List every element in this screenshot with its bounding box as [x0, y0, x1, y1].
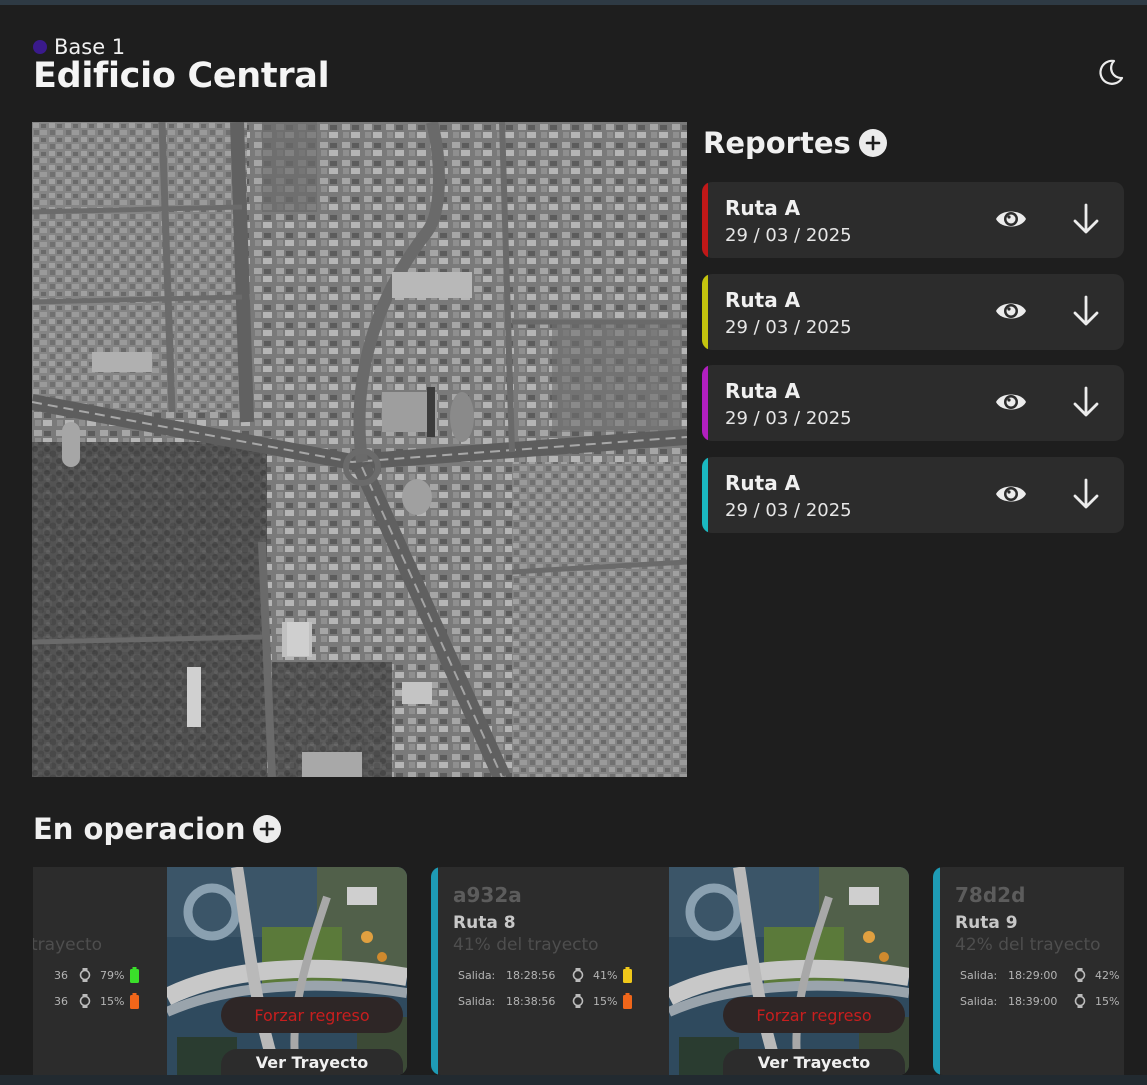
add-report-button[interactable] — [858, 129, 887, 157]
add-operation-button[interactable] — [253, 815, 282, 843]
arrow-down-icon[interactable] — [1072, 385, 1100, 419]
watch-icon — [1074, 968, 1086, 982]
battery-icon — [623, 967, 632, 983]
report-date: 29 / 03 / 2025 — [725, 408, 852, 429]
operation-progress: trayecto — [33, 935, 103, 955]
operation-card[interactable]: 78d2d Ruta 9 42% del trayecto Salida: 18… — [933, 867, 1124, 1075]
operation-color-bar — [933, 867, 940, 1075]
report-card[interactable]: Ruta A 29 / 03 / 2025 — [702, 182, 1124, 258]
moon-icon[interactable] — [1094, 56, 1126, 88]
report-color-bar — [702, 274, 708, 350]
operations-heading: En operacion — [33, 812, 282, 846]
telemetry-percent: 42% — [1095, 968, 1120, 982]
telemetry-label: Salida: — [458, 994, 496, 1008]
window-top-bar — [0, 0, 1147, 5]
operations-title: En operacion — [33, 812, 246, 846]
watch-icon — [572, 968, 584, 982]
report-date: 29 / 03 / 2025 — [725, 500, 852, 521]
eye-icon[interactable] — [994, 479, 1028, 509]
operation-progress: 41% del trayecto — [453, 935, 599, 955]
eye-icon[interactable] — [994, 204, 1028, 234]
drone-camera-feed: Forzar regreso Ver Trayecto — [669, 867, 909, 1075]
eye-icon[interactable] — [994, 296, 1028, 326]
report-color-bar — [702, 457, 708, 533]
watch-icon — [572, 994, 584, 1008]
operation-card[interactable]: a932a Ruta 8 41% del trayecto Salida: 18… — [431, 867, 909, 1075]
plus-icon — [865, 135, 881, 151]
battery-icon — [130, 993, 139, 1009]
view-route-button[interactable]: Ver Trayecto — [221, 1049, 403, 1075]
telemetry-percent: 79% — [100, 968, 125, 982]
watch-icon — [1074, 994, 1086, 1008]
report-date: 29 / 03 / 2025 — [725, 225, 852, 246]
telemetry-time: 18:39:00 — [1008, 994, 1058, 1008]
operation-color-bar — [431, 867, 438, 1075]
report-card[interactable]: Ruta A 29 / 03 / 2025 — [702, 365, 1124, 441]
telemetry-label: Salida: — [960, 994, 998, 1008]
telemetry-time: 36 — [54, 994, 68, 1008]
report-color-bar — [702, 365, 708, 441]
operations-carousel[interactable]: trayecto 36 79% 36 15% Forzar regreso Ve… — [33, 867, 1124, 1075]
force-return-button[interactable]: Forzar regreso — [723, 997, 905, 1033]
operation-route: Ruta 9 — [955, 913, 1018, 933]
arrow-down-icon[interactable] — [1072, 294, 1100, 328]
report-route: Ruta A — [725, 471, 801, 495]
force-return-button[interactable]: Forzar regreso — [221, 997, 403, 1033]
operation-card[interactable]: trayecto 36 79% 36 15% Forzar regreso Ve… — [33, 867, 407, 1075]
telemetry-time: 18:29:00 — [1008, 968, 1058, 982]
arrow-down-icon[interactable] — [1072, 477, 1100, 511]
telemetry-row: Salida: 18:28:56 41% — [458, 966, 632, 984]
report-route: Ruta A — [725, 288, 801, 312]
arrow-down-icon[interactable] — [1072, 202, 1100, 236]
telemetry-row: 36 15% — [54, 992, 139, 1010]
reports-title: Reportes — [703, 126, 851, 160]
report-color-bar — [702, 182, 708, 258]
watch-icon — [79, 994, 91, 1008]
operation-route: Ruta 8 — [453, 913, 516, 933]
telemetry-percent: 15% — [593, 994, 618, 1008]
watch-icon — [79, 968, 91, 982]
operation-progress: 42% del trayecto — [955, 935, 1101, 955]
report-route: Ruta A — [725, 196, 801, 220]
telemetry-row: Salida: 18:39:00 15% — [960, 992, 1124, 1010]
window-bottom-bar — [0, 1075, 1147, 1085]
telemetry-percent: 15% — [1095, 994, 1120, 1008]
eye-icon[interactable] — [994, 387, 1028, 417]
page-title: Edificio Central — [33, 56, 330, 96]
telemetry-label: Salida: — [960, 968, 998, 982]
view-route-button[interactable]: Ver Trayecto — [723, 1049, 905, 1075]
telemetry-label: Salida: — [458, 968, 496, 982]
plus-icon — [260, 821, 275, 837]
telemetry-time: 18:28:56 — [506, 968, 556, 982]
telemetry-percent: 41% — [593, 968, 618, 982]
satellite-map[interactable] — [32, 122, 687, 777]
base-status-dot — [33, 40, 47, 54]
battery-icon — [130, 967, 139, 983]
telemetry-percent: 15% — [100, 994, 125, 1008]
battery-icon — [623, 993, 632, 1009]
operation-id: a932a — [453, 883, 522, 907]
telemetry-time: 36 — [54, 968, 68, 982]
report-card[interactable]: Ruta A 29 / 03 / 2025 — [702, 457, 1124, 533]
report-date: 29 / 03 / 2025 — [725, 317, 852, 338]
telemetry-row: 36 79% — [54, 966, 139, 984]
telemetry-row: Salida: 18:29:00 42% — [960, 966, 1124, 984]
drone-camera-feed: Forzar regreso Ver Trayecto — [167, 867, 407, 1075]
operation-id: 78d2d — [955, 883, 1026, 907]
reports-heading: Reportes — [703, 126, 887, 160]
telemetry-row: Salida: 18:38:56 15% — [458, 992, 632, 1010]
report-route: Ruta A — [725, 379, 801, 403]
report-card[interactable]: Ruta A 29 / 03 / 2025 — [702, 274, 1124, 350]
telemetry-time: 18:38:56 — [506, 994, 556, 1008]
